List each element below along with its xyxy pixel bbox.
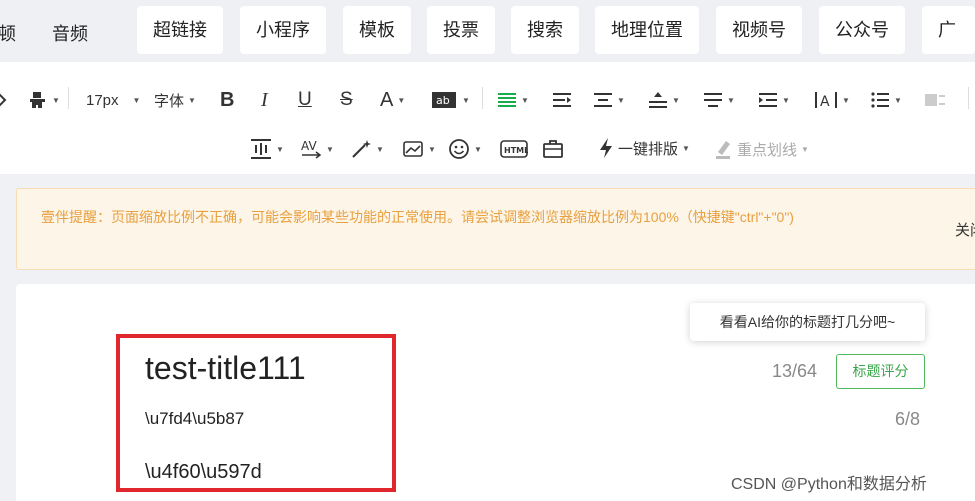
font-size-select[interactable]: 17px ▼ <box>86 88 140 112</box>
background-color-icon[interactable]: ab ▼ <box>432 88 470 112</box>
tab-vote[interactable]: 投票 <box>427 6 495 54</box>
indent-right-icon[interactable] <box>552 88 572 112</box>
indent-icon[interactable]: ▼ <box>758 88 790 112</box>
author-char-count: 6/8 <box>895 409 921 429</box>
tab-mini-program[interactable]: 小程序 <box>240 6 326 54</box>
format-toolbar <box>0 62 975 174</box>
highlight-annotation-box <box>116 334 396 492</box>
redo-icon[interactable] <box>0 88 8 112</box>
tab-official-account[interactable]: 公众号 <box>819 6 905 54</box>
vertical-spacing-icon[interactable]: ▼ <box>250 137 284 161</box>
svg-text:ab: ab <box>436 94 450 107</box>
bullet-list-icon[interactable]: ▼ <box>870 88 902 112</box>
align-center-icon[interactable]: ▼ <box>593 88 625 112</box>
emoji-icon[interactable]: ▼ <box>448 137 482 161</box>
tab-audio[interactable]: 音频 <box>52 20 88 46</box>
zoom-warning-banner: 壹伴提醒：页面缩放比例不正确，可能会影响某些功能的正常使用。请尝试调整浏览器缩放… <box>16 188 975 270</box>
zoom-warning-text: 壹伴提醒：页面缩放比例不正确，可能会影响某些功能的正常使用。请尝试调整浏览器缩放… <box>41 209 794 225</box>
highlight-line-label: 重点划线 <box>737 141 798 159</box>
close-banner-button[interactable]: 关闭 <box>955 219 975 240</box>
tab-ads[interactable]: 广告 <box>922 6 975 88</box>
svg-text:A: A <box>820 94 830 110</box>
tab-hyperlink[interactable]: 超链接 <box>137 6 223 54</box>
tab-video-channel[interactable]: 视频号 <box>716 6 802 54</box>
clear-format-icon[interactable] <box>924 88 946 112</box>
tab-video[interactable]: 顿 <box>0 20 16 46</box>
strikethrough-icon[interactable]: S <box>340 88 353 112</box>
format-painter-icon[interactable]: ▼ <box>28 88 60 112</box>
character-spacing-icon[interactable]: AV ▼ <box>300 137 334 161</box>
align-justify-icon[interactable]: ▼ <box>497 88 529 112</box>
tab-gap <box>108 6 132 54</box>
font-size-value: 17px <box>86 91 119 109</box>
line-height-icon[interactable]: ▼ <box>648 88 680 112</box>
svg-text:AV: AV <box>301 139 317 153</box>
one-click-layout-label: 一键排版 <box>618 140 679 158</box>
insert-tabs-bar: 顿 音频 超链接 小程序 模板 投票 搜索 地理位置 视频号 公众号 广告 <box>0 0 975 88</box>
tab-template[interactable]: 模板 <box>343 6 411 54</box>
paragraph-spacing-icon[interactable]: ▼ <box>703 88 735 112</box>
italic-icon[interactable]: I <box>261 88 268 112</box>
font-family-select[interactable]: 字体 ▼ <box>154 88 196 112</box>
html-icon[interactable]: HTML <box>500 137 528 161</box>
font-family-value: 字体 <box>154 92 185 110</box>
one-click-layout-button[interactable]: 一键排版 ▼ <box>598 136 690 160</box>
tab-search[interactable]: 搜索 <box>511 6 579 54</box>
underline-icon[interactable]: U <box>298 88 312 112</box>
title-score-button[interactable]: 标题评分 <box>836 354 925 389</box>
csdn-watermark: CSDN @Python和数据分析 <box>731 476 927 493</box>
tab-location[interactable]: 地理位置 <box>595 6 699 54</box>
toolbox-icon[interactable] <box>542 137 564 161</box>
image-icon[interactable]: ▼ <box>402 137 436 161</box>
svg-text:HTML: HTML <box>504 146 528 155</box>
bold-icon[interactable]: B <box>220 88 234 112</box>
title-char-count: 13/64 <box>772 361 818 381</box>
highlight-line-button[interactable]: 重点划线 ▼ <box>714 137 809 161</box>
font-color-icon[interactable]: A ▼ <box>380 88 405 112</box>
magic-wand-icon[interactable]: ▼ <box>350 137 384 161</box>
ai-title-tooltip: 看看AI给你的标题打几分吧~ <box>690 303 925 341</box>
letter-spacing-icon[interactable]: A ▼ <box>814 88 850 112</box>
